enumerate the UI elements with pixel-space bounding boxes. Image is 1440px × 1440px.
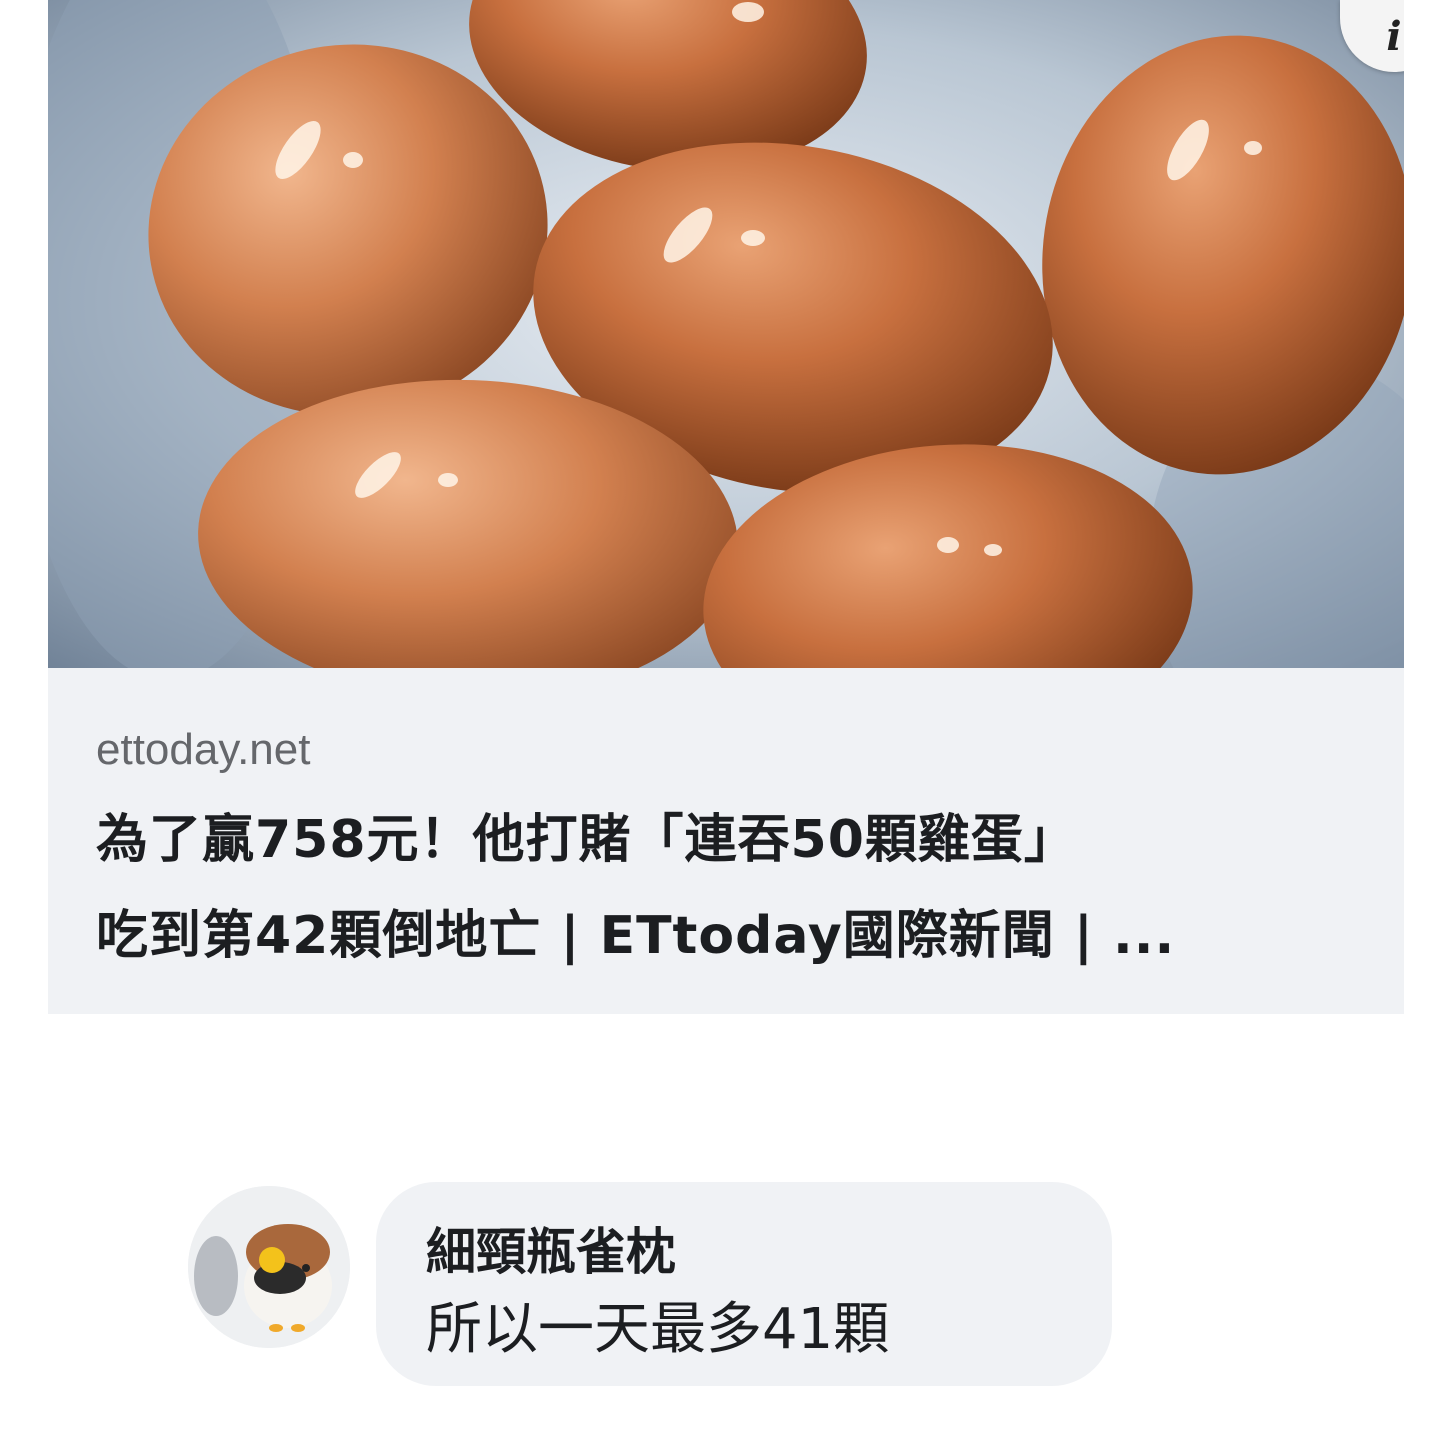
- link-title[interactable]: 為了贏758元！他打賭「連吞50顆雞蛋」 吃到第42顆倒地亡 | ETtoday…: [96, 792, 1356, 984]
- link-domain: ettoday.net: [96, 725, 311, 774]
- link-preview-card[interactable]: i ettoday.net 為了贏758元！他打賭「連吞50顆雞蛋」 吃到第42…: [48, 0, 1404, 1014]
- comment-author[interactable]: 細頸瓶雀枕: [426, 1220, 1112, 1284]
- comment-bubble: 細頸瓶雀枕 所以一天最多41顆: [376, 1182, 1112, 1386]
- link-title-line-2: 吃到第42顆倒地亡 | ETtoday國際新聞 | ...: [96, 906, 1176, 966]
- link-preview-body[interactable]: ettoday.net 為了贏758元！他打賭「連吞50顆雞蛋」 吃到第42顆倒…: [48, 668, 1404, 1014]
- screenshot-page: i ettoday.net 為了贏758元！他打賭「連吞50顆雞蛋」 吃到第42…: [0, 0, 1440, 1440]
- sparrow-avatar-icon: [188, 1186, 350, 1348]
- link-title-line-1: 為了贏758元！他打賭「連吞50顆雞蛋」: [96, 810, 1077, 870]
- comment-text: 所以一天最多41顆: [426, 1297, 890, 1362]
- info-glyph: i: [1386, 12, 1402, 60]
- avatar[interactable]: [188, 1186, 350, 1348]
- eggs-photo[interactable]: [48, 0, 1404, 668]
